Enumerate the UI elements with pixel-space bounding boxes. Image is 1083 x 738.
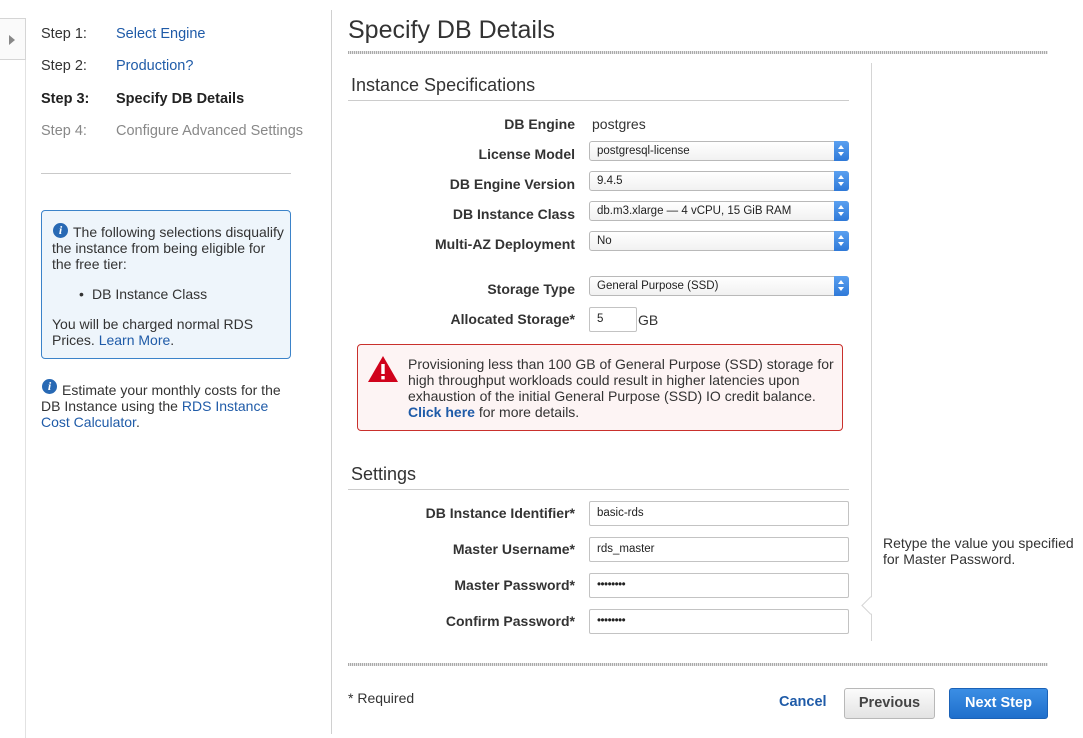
instance-specs-title: Instance Specifications xyxy=(351,75,536,95)
collapse-sidebar-tab[interactable] xyxy=(0,18,26,60)
select-arrows-icon xyxy=(834,141,849,161)
license-model-label: License Model xyxy=(478,146,575,162)
steps-divider xyxy=(41,173,291,174)
multi-az-value: No xyxy=(597,235,612,247)
select-arrows-icon xyxy=(834,231,849,251)
section-divider xyxy=(348,489,849,490)
title-divider xyxy=(348,51,1048,54)
confirm-password-input[interactable]: •••••••• xyxy=(589,609,849,634)
footer-divider xyxy=(348,663,1048,666)
storage-type-label: Storage Type xyxy=(487,281,575,297)
db-engine-value: postgres xyxy=(592,116,646,132)
click-here-link[interactable]: Click here xyxy=(408,404,475,420)
license-model-select[interactable]: postgresql-license xyxy=(589,141,849,161)
confirm-password-label: Confirm Password* xyxy=(445,613,575,629)
step-1-select-engine-link[interactable]: Select Engine xyxy=(116,26,205,42)
estimate-period: . xyxy=(135,414,140,430)
page-title: Specify DB Details xyxy=(348,16,556,44)
form-divider xyxy=(871,63,872,641)
step-3-current-label: Specify DB Details xyxy=(116,91,245,107)
engine-version-label: DB Engine Version xyxy=(449,176,575,192)
step-3-number: Step 3: xyxy=(41,91,90,107)
disqualify-item: DB Instance Class xyxy=(92,286,208,302)
instance-class-value: db.m3.xlarge — 4 vCPU, 15 GiB RAM xyxy=(597,205,792,217)
learn-more-link[interactable]: Learn More xyxy=(99,332,171,348)
db-engine-label: DB Engine xyxy=(504,116,575,132)
multi-az-select[interactable]: No xyxy=(589,231,849,251)
confirm-password-tooltip: Retype the value you specified for Maste… xyxy=(883,535,1074,567)
section-divider xyxy=(348,100,849,101)
step-2-number: Step 2: xyxy=(41,58,87,74)
step-1-number: Step 1: xyxy=(41,26,87,42)
allocated-storage-label: Allocated Storage* xyxy=(450,311,575,327)
caret-right-icon xyxy=(9,35,15,45)
allocated-storage-unit: GB xyxy=(638,312,659,328)
multi-az-label: Multi-AZ Deployment xyxy=(435,236,575,252)
estimate-message: Estimate your monthly costs for the DB I… xyxy=(41,382,291,430)
select-arrows-icon xyxy=(834,201,849,221)
tooltip-pointer xyxy=(861,596,880,615)
column-divider xyxy=(331,10,332,734)
step-2-production-link[interactable]: Production? xyxy=(116,58,193,74)
allocated-storage-input[interactable]: 5 xyxy=(589,307,637,332)
db-identifier-label: DB Instance Identifier* xyxy=(425,505,575,521)
step-4-label: Configure Advanced Settings xyxy=(116,123,304,139)
warning-text: Provisioning less than 100 GB of General… xyxy=(408,356,834,404)
free-tier-message: The following selections disqualify the … xyxy=(52,224,284,272)
cancel-button[interactable]: Cancel xyxy=(779,694,827,710)
storage-type-value: General Purpose (SSD) xyxy=(597,280,719,292)
settings-title: Settings xyxy=(351,464,417,484)
engine-version-select[interactable]: 9.4.5 xyxy=(589,171,849,191)
select-arrows-icon xyxy=(834,171,849,191)
master-username-label: Master Username* xyxy=(452,541,575,557)
sidebar-divider xyxy=(25,60,26,738)
instance-class-label: DB Instance Class xyxy=(452,206,575,222)
select-arrows-icon xyxy=(834,276,849,296)
bullet-dot: • xyxy=(79,286,84,302)
warning-suffix: for more details. xyxy=(478,404,580,420)
license-model-value: postgresql-license xyxy=(597,145,690,157)
engine-version-value: 9.4.5 xyxy=(597,175,623,187)
instance-class-select[interactable]: db.m3.xlarge — 4 vCPU, 15 GiB RAM xyxy=(589,201,849,221)
storage-type-select[interactable]: General Purpose (SSD) xyxy=(589,276,849,296)
required-note: * Required xyxy=(348,690,415,706)
master-password-input[interactable]: •••••••• xyxy=(589,573,849,598)
step-4-number: Step 4: xyxy=(41,123,87,139)
previous-button[interactable]: Previous xyxy=(844,688,935,719)
warning-message: Provisioning less than 100 GB of General… xyxy=(408,356,838,420)
charge-period: . xyxy=(170,332,175,348)
charge-message: You will be charged normal RDS Prices. L… xyxy=(52,316,284,348)
warning-icon xyxy=(368,356,398,382)
master-password-label: Master Password* xyxy=(454,577,575,593)
db-identifier-input[interactable]: basic-rds xyxy=(589,501,849,526)
next-step-button[interactable]: Next Step xyxy=(949,688,1048,719)
master-username-input[interactable]: rds_master xyxy=(589,537,849,562)
